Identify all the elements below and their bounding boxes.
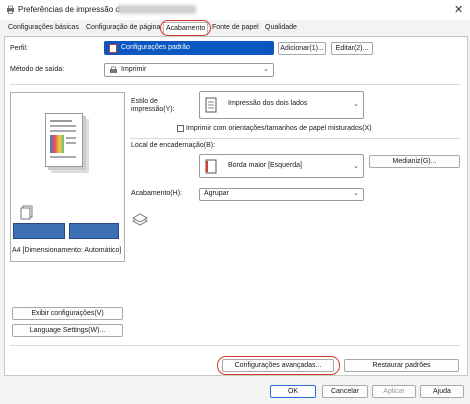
output-method-label: Método de saída: [10,66,65,73]
finishing-label: Acabamento(H): [131,190,182,197]
apply-button[interactable]: Aplicar [372,385,416,398]
profile-icon [109,44,117,53]
profile-label: Perfil: [10,45,28,52]
layout-option-duplex-icon[interactable] [13,223,65,239]
window-title: Preferências de impressão de [18,5,125,14]
advanced-highlight-circle [217,356,340,375]
printer-icon [7,5,14,14]
print-style-value: Impressão dos dois lados [228,100,308,107]
chevron-down-icon: ⌄ [353,190,359,197]
tab-basic[interactable]: Configurações básicas [6,22,81,34]
collate-stack-icon [131,213,149,226]
page-preview [45,113,83,167]
output-method-select[interactable]: Imprimir ⌄ [104,63,274,77]
tab-page-setup[interactable]: Configuração de página [84,22,162,34]
printer-icon [110,66,117,73]
help-button[interactable]: Ajuda [420,385,464,398]
print-style-select[interactable]: Impressão dos dois lados ⌄ [199,91,364,119]
tab-paper-source[interactable]: Fonte de papel [210,22,261,34]
profile-select[interactable]: Configurações padrão ⌄ [104,41,274,55]
tab-quality[interactable]: Qualidade [263,22,299,34]
divider [10,345,460,346]
show-settings-button[interactable]: Exibir configurações(V) [12,307,123,320]
mixed-orientation-checkbox[interactable] [177,125,184,132]
binding-location-value: Borda maior [Esquerda] [228,162,302,169]
duplex-icon [205,97,217,113]
profile-value: Configurações padrão [121,44,190,51]
binding-location-select[interactable]: Borda maior [Esquerda] ⌄ [199,154,364,178]
binding-location-label: Local de encadernação(B): [131,142,216,149]
mixed-orientation-label: Imprimir com orientações/tamanhos de pap… [186,125,372,132]
divider [130,138,460,139]
print-style-label: Estilo de impressão(Y): [131,98,175,113]
preview-pane [10,92,125,262]
finishing-value: Agrupar [204,190,229,197]
divider [10,84,460,85]
edit-profile-button[interactable]: Editar(2)... [331,42,373,55]
chevron-down-icon: ⌄ [263,66,269,73]
chevron-down-icon: ⌄ [263,44,269,51]
chevron-down-icon: ⌄ [353,101,359,108]
add-profile-button[interactable]: Adicionar(1)... [278,42,326,55]
finishing-select[interactable]: Agrupar ⌄ [199,188,364,201]
layout-option-booklet-icon[interactable] [69,223,119,239]
tab-bar: Configurações básicas Configuração de pá… [0,20,470,36]
tab-highlight-circle [160,20,211,36]
chevron-down-icon: ⌄ [353,163,359,170]
collate-pages-icon [20,205,33,220]
printer-name-redacted [118,5,196,14]
preview-caption: A4 [Dimensionamento: Automático] [12,247,122,254]
gutter-button[interactable]: Medianiz(G)... [369,155,460,168]
cancel-button[interactable]: Cancelar [322,385,368,398]
binding-edge-icon [205,159,217,174]
close-icon[interactable]: ✕ [454,3,463,16]
ok-button[interactable]: OK [270,385,316,398]
restore-defaults-button[interactable]: Restaurar padrões [344,359,459,372]
language-settings-button[interactable]: Language Settings(W)... [12,324,123,337]
output-method-value: Imprimir [121,66,147,73]
